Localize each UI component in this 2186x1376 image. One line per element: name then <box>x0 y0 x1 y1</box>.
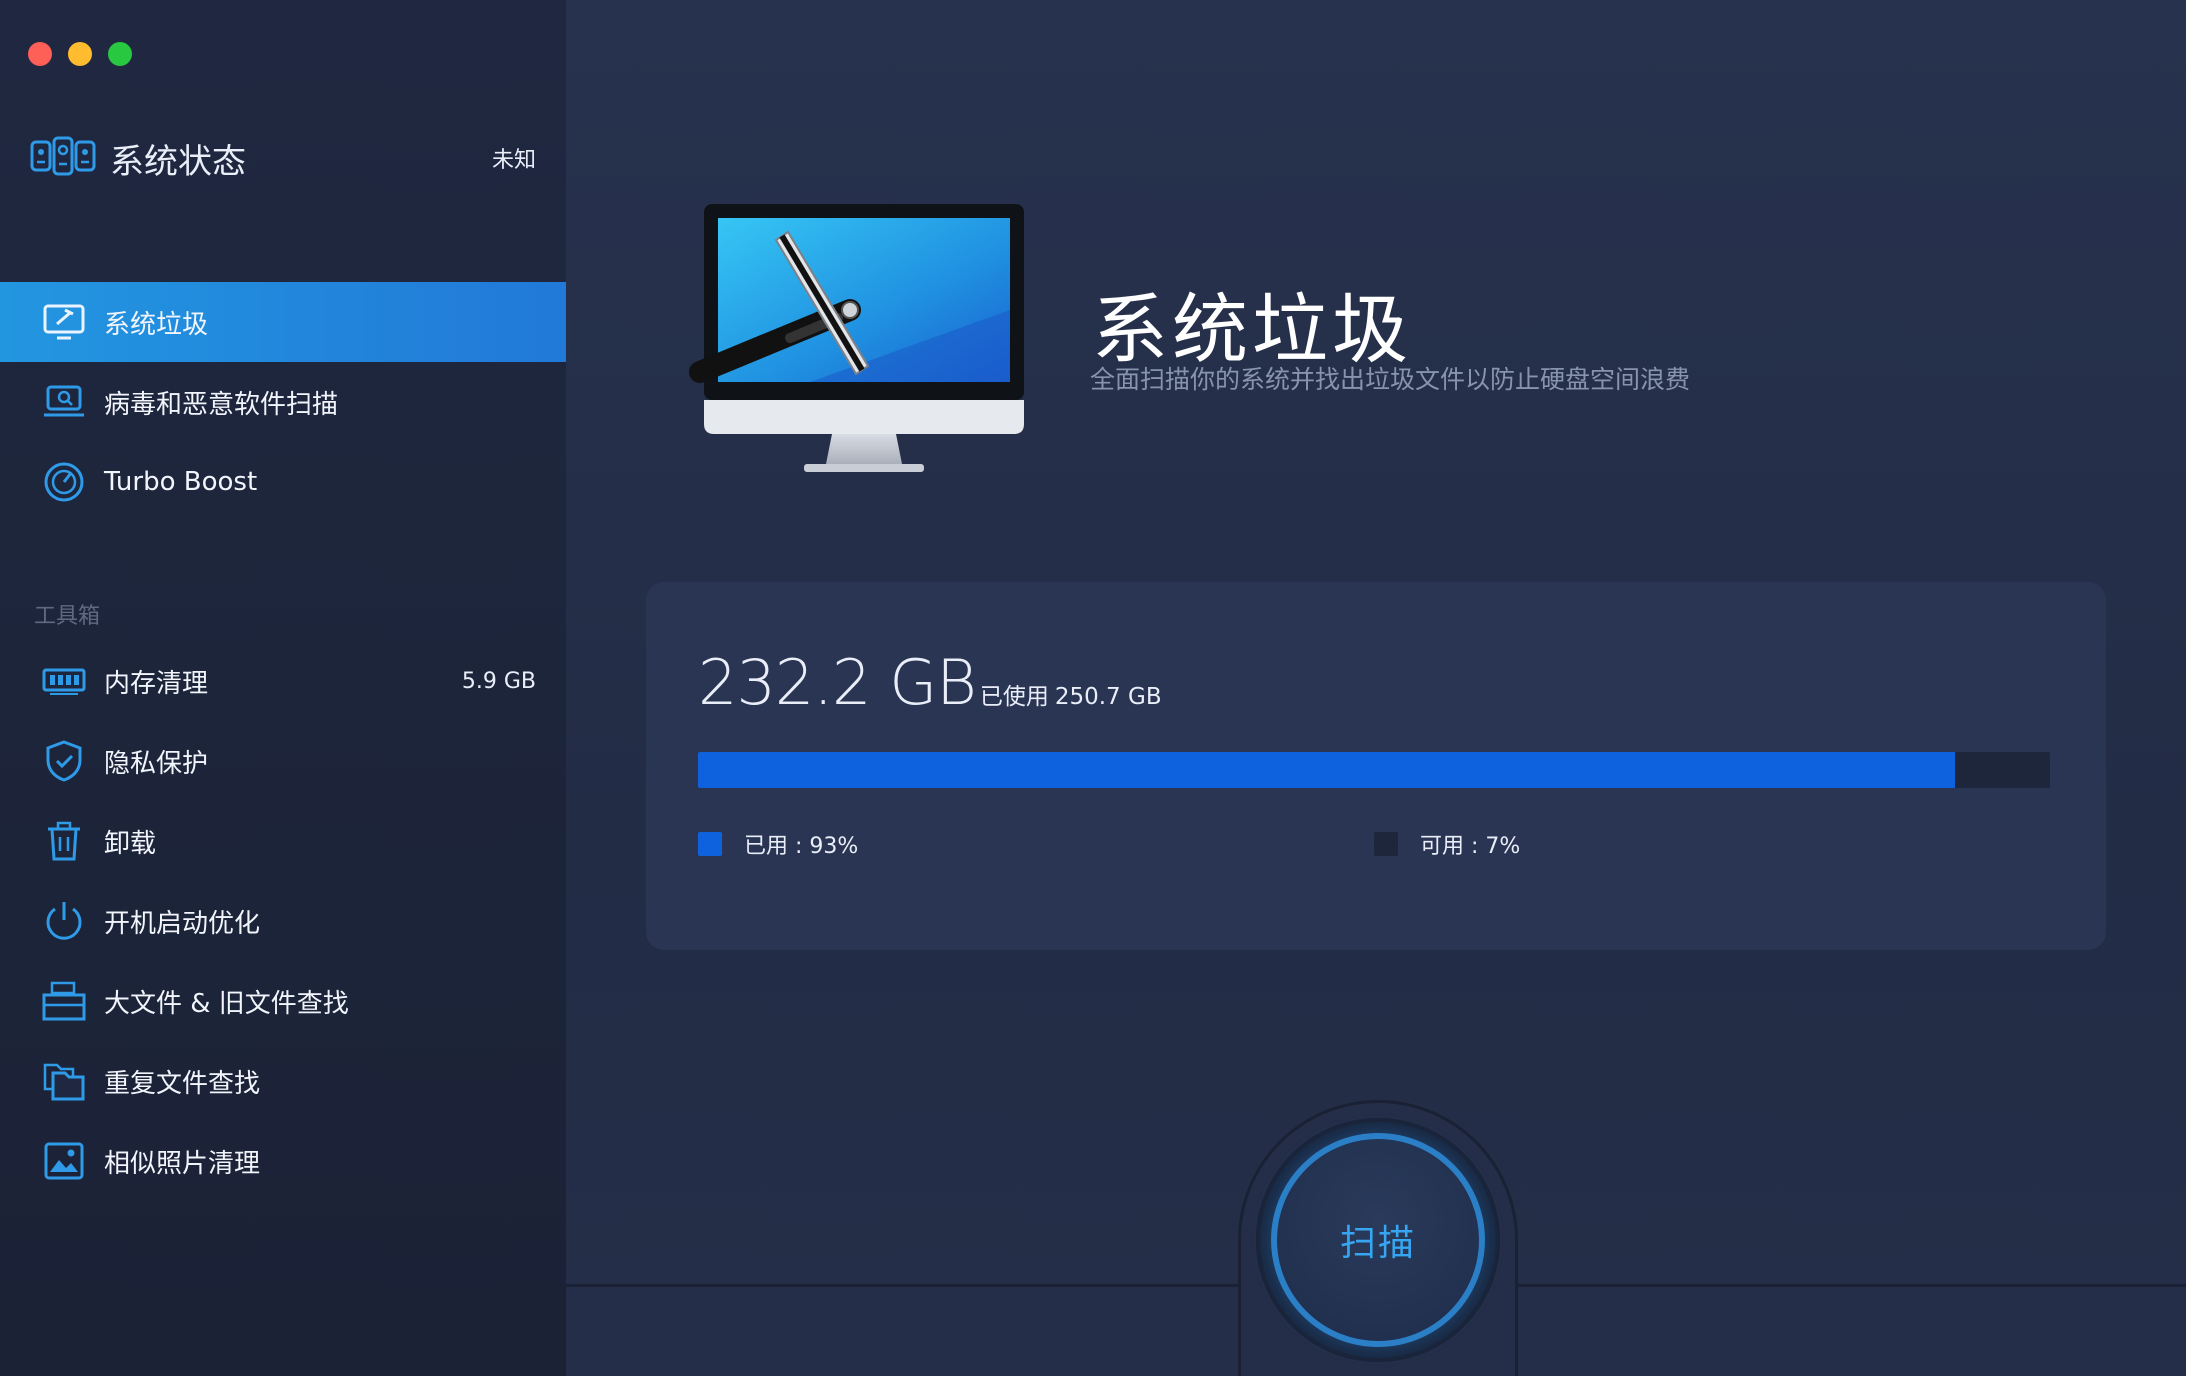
used-swatch <box>698 832 722 856</box>
disk-usage-card: 232.2 GB 已使用 250.7 GB 已用 : 93% 可用 : 7% <box>646 582 2106 950</box>
speedometer-icon <box>42 460 86 504</box>
disk-used-prefix: 已使用 <box>979 684 1049 710</box>
scan-button[interactable]: 扫描 <box>1271 1133 1485 1347</box>
memory-chip-icon <box>42 659 86 703</box>
sidebar-item-label: 重复文件查找 <box>104 1068 261 1099</box>
sidebar-item-malware-scan[interactable]: 病毒和恶意软件扫描 <box>0 362 566 442</box>
sidebar-item-similar-photos[interactable]: 相似照片清理 <box>0 1121 566 1201</box>
file-drawer-icon <box>42 979 86 1023</box>
sidebar-item-label: 开机启动优化 <box>104 908 261 939</box>
sidebar-item-duplicate-files[interactable]: 重复文件查找 <box>0 1041 566 1121</box>
sidebar-item-label: 病毒和恶意软件扫描 <box>104 389 339 420</box>
zoom-window-button[interactable] <box>108 42 132 66</box>
laptop-search-icon <box>42 380 86 424</box>
power-icon <box>42 899 86 943</box>
sidebar-item-label: 隐私保护 <box>104 748 209 779</box>
shield-check-icon <box>42 739 86 783</box>
system-status-title: 系统状态 <box>110 141 246 182</box>
sidebar-item-turbo-boost[interactable]: Turbo Boost <box>0 442 566 522</box>
close-window-button[interactable] <box>28 42 52 66</box>
duplicate-folder-icon <box>42 1059 86 1103</box>
minimize-window-button[interactable] <box>68 42 92 66</box>
sidebar: 系统状态 未知 系统垃圾 病毒和恶意软件扫描 Turbo Boost 工具箱 内… <box>0 0 566 1376</box>
free-swatch <box>1374 832 1398 856</box>
disk-usage-bar <box>698 752 2050 788</box>
system-status-value: 未知 <box>491 148 536 173</box>
sidebar-item-label: Turbo Boost <box>104 467 258 497</box>
legend-used-text: 已用 : 93% <box>744 834 859 859</box>
legend-free: 可用 : 7% <box>1374 828 1520 860</box>
page-subtitle: 全面扫描你的系统并找出垃圾文件以防止硬盘空间浪费 <box>1090 365 1691 394</box>
sidebar-item-label: 大文件 & 旧文件查找 <box>104 988 349 1019</box>
system-status-icon <box>30 136 96 180</box>
sidebar-item-startup-optimize[interactable]: 开机启动优化 <box>0 881 566 961</box>
sidebar-item-privacy[interactable]: 隐私保护 <box>0 721 566 801</box>
toolbox-section-title: 工具箱 <box>34 604 101 629</box>
sidebar-item-label: 系统垃圾 <box>104 309 209 340</box>
memory-size-badge: 5.9 GB <box>461 668 536 694</box>
photo-icon <box>42 1139 86 1183</box>
sidebar-item-memory-clean[interactable]: 内存清理 5.9 GB <box>0 641 566 721</box>
window-controls <box>28 42 132 66</box>
disk-usage-fill <box>698 752 1956 788</box>
sidebar-item-system-junk[interactable]: 系统垃圾 <box>0 282 566 362</box>
sidebar-item-label: 相似照片清理 <box>104 1148 261 1179</box>
sidebar-item-label: 内存清理 <box>104 668 209 699</box>
disk-total-text: 已使用 250.7 GB <box>980 677 1162 711</box>
sidebar-item-large-old-files[interactable]: 大文件 & 旧文件查找 <box>0 961 566 1041</box>
legend-used: 已用 : 93% <box>698 828 858 860</box>
system-status[interactable]: 系统状态 未知 <box>30 132 536 184</box>
disk-size-row: 232.2 GB 已使用 250.7 GB <box>698 646 1162 719</box>
monitor-clean-icon <box>42 300 86 344</box>
scan-button-label: 扫描 <box>1339 1223 1416 1264</box>
trash-icon <box>42 819 86 863</box>
disk-used-size: 232.2 GB <box>698 646 977 719</box>
monitor-squeegee-illustration <box>680 200 1030 480</box>
legend-free-text: 可用 : 7% <box>1420 834 1521 859</box>
main-panel: 系统垃圾 全面扫描你的系统并找出垃圾文件以防止硬盘空间浪费 232.2 GB 已… <box>566 0 2186 1376</box>
sidebar-item-label: 卸载 <box>104 828 157 859</box>
disk-total-size: 250.7 GB <box>1054 684 1162 710</box>
sidebar-item-uninstall[interactable]: 卸载 <box>0 801 566 881</box>
